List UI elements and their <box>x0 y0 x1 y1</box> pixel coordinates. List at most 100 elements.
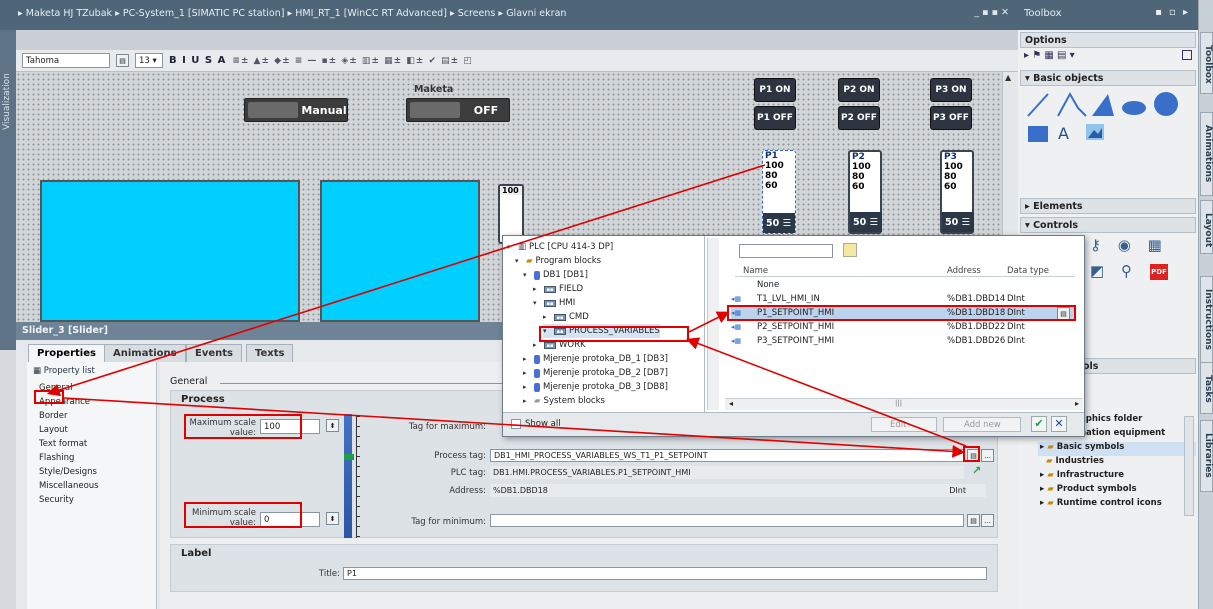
confirm-check-icon[interactable]: ✔ <box>1031 416 1047 432</box>
max-scale-input[interactable]: 100 <box>260 419 320 434</box>
breadcrumb-item[interactable]: Screens <box>458 8 496 19</box>
alignment-tools-icon[interactable]: ≡± ▲± ◆± ≡ — ▪± ◈± ▥± ▦± ◧± ✔ ▤± ◰ <box>232 56 472 66</box>
property-list-header[interactable]: ▦ Property list <box>27 362 156 382</box>
breadcrumb-item[interactable]: PC-System_1 [SIMATIC PC station] <box>123 8 285 19</box>
tag-row[interactable]: ◂▦ P2_SETPOINT_HMI %DB1.DBD22 DInt <box>731 321 1075 335</box>
slider-p3[interactable]: P3 100 80 60 50 ☰ <box>940 150 974 234</box>
goto-plc-tag-icon[interactable]: ↗ <box>972 464 981 477</box>
tab-texts[interactable]: Texts <box>246 344 294 362</box>
elements-header[interactable]: ▸ Elements <box>1020 198 1196 214</box>
tree-node-cmd[interactable]: ▸ ▪▪ CMD <box>543 310 589 324</box>
toolbox-pin-icon[interactable] <box>1182 50 1192 60</box>
tree-item-infrastructure[interactable]: ▸ ▰ Infrastructure <box>1038 470 1196 484</box>
p1-off-button[interactable]: P1 OFF <box>754 106 796 130</box>
breadcrumb-item[interactable]: Maketa HJ TZubak <box>26 8 112 19</box>
line-tool-icon[interactable] <box>1027 93 1049 117</box>
row-browse-icon[interactable]: ▤ <box>1057 307 1070 320</box>
manual-switch-button[interactable]: Manual <box>244 98 348 122</box>
property-item-text-format[interactable]: Text format <box>27 438 156 452</box>
tree-node-mjerenje-db3[interactable]: ▸ Mjerenje protoka_DB_1 [DB3] <box>523 352 668 366</box>
breadcrumb-item[interactable]: HMI_RT_1 [WinCC RT Advanced] <box>295 8 447 19</box>
column-address[interactable]: Address <box>947 266 981 276</box>
tree-node-db1[interactable]: ▾ DB1 [DB1] <box>523 268 588 282</box>
font-size-select[interactable]: 13 ▾ <box>135 53 163 68</box>
scroll-thumb-icon[interactable]: ||| <box>895 399 902 407</box>
filter-icon[interactable] <box>843 243 857 257</box>
controls-header[interactable]: ▾ Controls <box>1020 217 1196 233</box>
show-all-checkbox[interactable] <box>511 419 521 429</box>
tab-properties[interactable]: Properties <box>28 344 105 362</box>
p1-on-button[interactable]: P1 ON <box>754 78 796 102</box>
scroll-right-icon[interactable]: ▸ <box>1075 399 1079 408</box>
property-item-layout[interactable]: Layout <box>27 424 156 438</box>
tree-node-hmi[interactable]: ▾ ▪▪ HMI <box>533 296 575 310</box>
window-controls[interactable]: _▪▪✕ <box>974 7 1012 18</box>
tag-row[interactable]: ◂▦ P3_SETPOINT_HMI %DB1.DBD26 DInt <box>731 335 1075 349</box>
rectangle-tool-icon[interactable] <box>1028 126 1048 142</box>
cancel-close-icon[interactable]: ✕ <box>1051 416 1067 432</box>
min-scale-input[interactable]: 0 <box>260 512 320 527</box>
tab-layout[interactable]: Layout <box>1200 200 1213 254</box>
tree-node-process-variables[interactable]: ▾ ▪▪ PROCESS_VARIABLES <box>543 324 660 338</box>
column-data-type[interactable]: Data type <box>1007 266 1049 276</box>
tag-filter-input[interactable] <box>739 244 833 258</box>
tab-toolbox[interactable]: Toolbox <box>1200 32 1213 94</box>
tree-item-basic-symbols[interactable]: ▸ ▰ Basic symbols <box>1038 442 1196 456</box>
property-item-appearance[interactable]: Appearance <box>27 396 156 410</box>
title-input[interactable]: P1 <box>343 567 987 580</box>
polygon-tool-icon[interactable] <box>1092 94 1114 116</box>
column-name[interactable]: Name <box>743 266 768 276</box>
p3-off-button[interactable]: P3 OFF <box>930 106 972 130</box>
p3-on-button[interactable]: P3 ON <box>930 78 972 102</box>
property-item-flashing[interactable]: Flashing <box>27 452 156 466</box>
tree-node-program-blocks[interactable]: ▾ ▰ Program blocks <box>515 254 601 268</box>
scroll-left-icon[interactable]: ◂ <box>729 399 733 408</box>
options-header[interactable]: Options <box>1020 32 1196 48</box>
property-item-general[interactable]: General <box>27 382 156 396</box>
property-item-security[interactable]: Security <box>27 494 156 508</box>
polyline-tool-icon[interactable] <box>1057 91 1087 117</box>
tag-for-minimum-input[interactable] <box>490 514 964 527</box>
min-scale-spinner[interactable]: ⬍ <box>326 512 339 525</box>
property-item-style-designs[interactable]: Style/Designs <box>27 466 156 480</box>
font-family-select[interactable]: Tahoma <box>22 53 110 68</box>
tab-animations[interactable]: Animations <box>104 344 186 362</box>
format-buttons[interactable]: B I U S A <box>169 55 226 66</box>
tank-screen-left[interactable] <box>40 180 300 322</box>
ellipse-tool-icon[interactable] <box>1122 101 1146 115</box>
graphics-scrollbar[interactable] <box>1184 416 1194 516</box>
font-dialog-icon[interactable]: ▤ <box>116 54 129 67</box>
toolbox-window-controls[interactable]: ▪ ▫ ▸ <box>1155 7 1190 18</box>
tree-item-industries[interactable]: ▰ Industries <box>1038 456 1196 470</box>
tag-row[interactable]: ◂▦ T1_LVL_HMI_IN %DB1.DBD14 DInt <box>731 293 1075 307</box>
breadcrumb-item[interactable]: Glavni ekran <box>506 8 566 19</box>
tag-for-minimum-more-button[interactable]: … <box>981 514 994 527</box>
scroll-up-icon[interactable]: ▲ <box>1005 73 1011 82</box>
tab-libraries[interactable]: Libraries <box>1200 420 1213 492</box>
basic-objects-header[interactable]: ▾ Basic objects <box>1020 70 1196 86</box>
tag-row-none[interactable]: None <box>757 280 779 290</box>
tank-screen-middle[interactable] <box>320 180 480 322</box>
tab-tasks[interactable]: Tasks <box>1200 362 1213 414</box>
text-field-tool-icon[interactable]: A <box>1058 124 1069 143</box>
add-new-button[interactable]: Add new <box>943 417 1021 432</box>
tree-item-product-symbols[interactable]: ▸ ▰ Product symbols <box>1038 484 1196 498</box>
tab-animations[interactable]: Animations <box>1200 112 1213 196</box>
pdf-view-icon[interactable]: PDF <box>1150 264 1168 280</box>
slider-p1-knob[interactable]: 50 ☰ <box>763 213 795 233</box>
toolbox-view-icons[interactable]: ▸ ⚑ ▦ ▤ ▾ <box>1024 50 1075 61</box>
tab-events[interactable]: Events <box>186 344 242 362</box>
tag-for-minimum-browse-icon[interactable]: ▤ <box>967 514 980 527</box>
slider-p2-knob[interactable]: 50 ☰ <box>850 212 882 232</box>
slider-p2[interactable]: P2 100 80 60 50 ☰ <box>848 150 882 234</box>
process-tag-input[interactable]: DB1_HMI_PROCESS_VARIABLES_WS_T1_P1_SETPO… <box>490 449 964 462</box>
tag-row-selected[interactable]: ◂▦ P1_SETPOINT_HMI %DB1.DBD18 DInt ▤ <box>731 307 1075 321</box>
tree-scrollbar[interactable] <box>707 238 719 410</box>
table-hscrollbar[interactable]: ◂ ||| ▸ <box>725 398 1083 410</box>
visualization-side-tab[interactable]: Visualization <box>0 30 16 350</box>
property-item-miscellaneous[interactable]: Miscellaneous <box>27 480 156 494</box>
slider-p1[interactable]: P1 100 80 60 50 ☰ <box>762 150 796 234</box>
tree-node-field[interactable]: ▸ ▪▪ FIELD <box>533 282 583 296</box>
tree-node-work[interactable]: ▸ ▪▪ WORK <box>533 338 586 352</box>
tree-node-system-blocks[interactable]: ▸ ▰ System blocks <box>523 394 605 408</box>
